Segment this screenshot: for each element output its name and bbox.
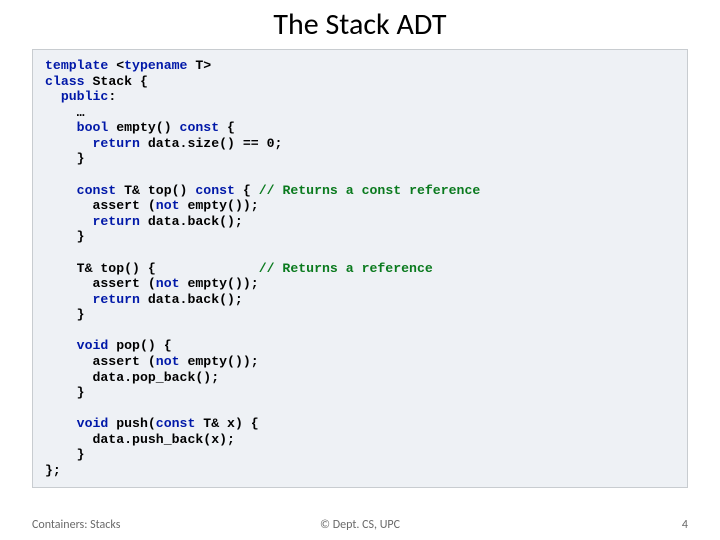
code-text: { xyxy=(219,120,235,135)
kw-bool: bool xyxy=(45,120,108,135)
code-text: Stack { xyxy=(85,74,148,89)
kw-class: class xyxy=(45,74,85,89)
code-text: } xyxy=(45,385,85,400)
code-text: T& top() { xyxy=(45,261,259,276)
kw-void: void xyxy=(45,416,108,431)
kw-public: public xyxy=(45,89,108,104)
code-text: : xyxy=(108,89,116,104)
kw-const: const xyxy=(45,183,116,198)
code-text: } xyxy=(45,229,85,244)
kw-template: template xyxy=(45,58,108,73)
code-text: assert ( xyxy=(45,354,156,369)
slide-title: The Stack ADT xyxy=(0,0,720,49)
code-text: push( xyxy=(108,416,155,431)
kw-not: not xyxy=(156,198,180,213)
code-text: data.size() == 0; xyxy=(140,136,282,151)
code-text: empty()); xyxy=(180,354,259,369)
code-text: empty() xyxy=(108,120,179,135)
kw-const: const xyxy=(180,120,220,135)
code-text: data.back(); xyxy=(140,292,243,307)
code-text: data.back(); xyxy=(140,214,243,229)
comment: // Returns a const reference xyxy=(259,183,481,198)
code-text: }; xyxy=(45,463,61,478)
kw-return: return xyxy=(45,136,140,151)
code-text: empty()); xyxy=(180,276,259,291)
footer: Containers: Stacks © Dept. CS, UPC 4 xyxy=(0,518,720,532)
kw-const: const xyxy=(195,183,235,198)
code-text: T& top() xyxy=(116,183,195,198)
kw-const: const xyxy=(156,416,196,431)
code-block: template <typename T> class Stack { publ… xyxy=(32,49,688,488)
code-text: } xyxy=(45,307,85,322)
code-text: … xyxy=(45,105,85,120)
footer-left: Containers: Stacks xyxy=(32,518,120,532)
footer-page-number: 4 xyxy=(682,518,688,532)
code-text: assert ( xyxy=(45,198,156,213)
code-text: { xyxy=(235,183,259,198)
code-text: T& x) { xyxy=(195,416,258,431)
code-text: data.pop_back(); xyxy=(45,370,219,385)
code-text: empty()); xyxy=(180,198,259,213)
kw-typename: typename xyxy=(124,58,187,73)
code-text: assert ( xyxy=(45,276,156,291)
kw-not: not xyxy=(156,354,180,369)
code-text: < xyxy=(108,58,124,73)
comment: // Returns a reference xyxy=(259,261,433,276)
kw-not: not xyxy=(156,276,180,291)
kw-void: void xyxy=(45,338,108,353)
code-text: T> xyxy=(187,58,211,73)
code-text: pop() { xyxy=(108,338,171,353)
code-text: } xyxy=(45,447,85,462)
code-text: } xyxy=(45,151,85,166)
kw-return: return xyxy=(45,292,140,307)
code-text: data.push_back(x); xyxy=(45,432,235,447)
kw-return: return xyxy=(45,214,140,229)
